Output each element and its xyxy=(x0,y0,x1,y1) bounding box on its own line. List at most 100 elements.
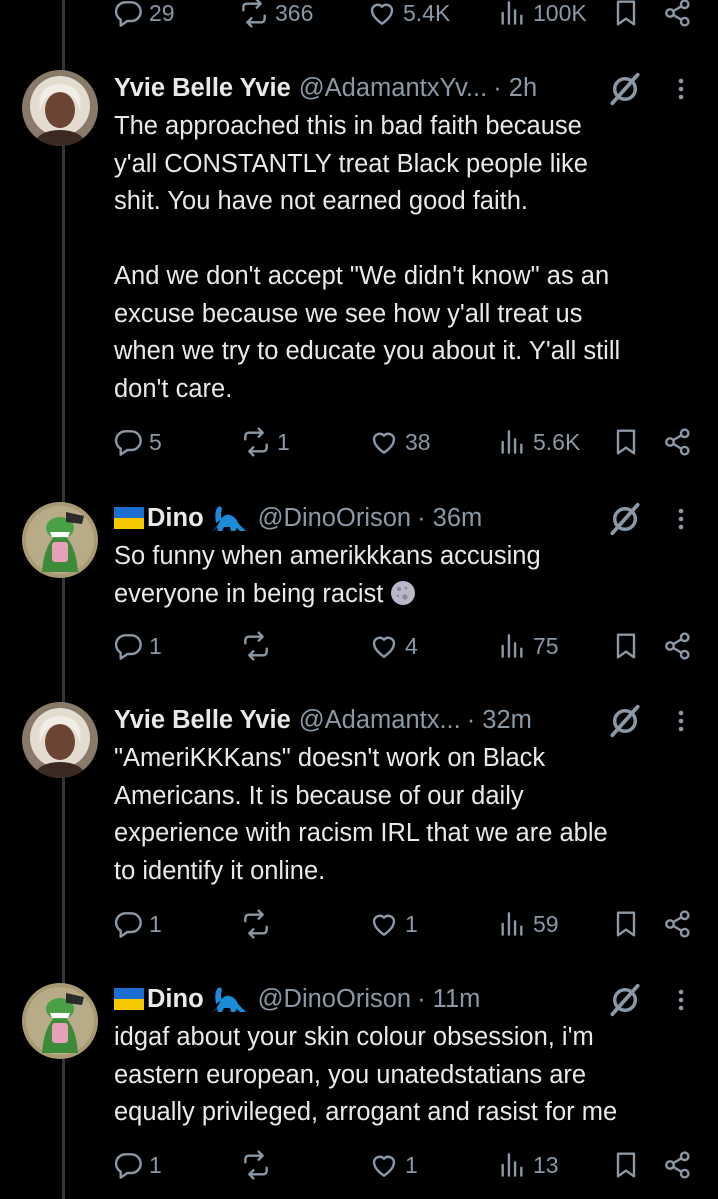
bookmark-button[interactable] xyxy=(610,626,642,666)
ukraine-flag-icon xyxy=(114,507,144,529)
like-button[interactable]: 5.4K xyxy=(366,0,450,33)
reply-button[interactable]: 1 xyxy=(112,1145,162,1185)
timestamp[interactable]: · 11m xyxy=(417,985,480,1014)
top-tweet-actions: 29 366 5.4K 100K xyxy=(0,0,718,33)
share-button[interactable] xyxy=(662,1145,694,1185)
more-icon[interactable] xyxy=(668,74,694,104)
reply-button[interactable]: 1 xyxy=(112,626,162,666)
ukraine-flag-icon xyxy=(114,988,144,1010)
like-icon xyxy=(372,1155,396,1177)
views-count: 13 xyxy=(533,1151,559,1178)
reply-icon xyxy=(114,1153,142,1179)
share-button[interactable] xyxy=(662,904,694,944)
views-icon xyxy=(501,634,523,658)
views-icon xyxy=(501,1153,523,1177)
repost-icon xyxy=(244,1150,268,1180)
like-button[interactable]: 1 xyxy=(368,1145,418,1185)
timestamp[interactable]: · 2h xyxy=(493,74,537,103)
bookmark-icon xyxy=(616,633,636,659)
bookmark-icon xyxy=(616,1152,636,1178)
share-button[interactable] xyxy=(662,422,694,462)
avatar[interactable] xyxy=(22,70,98,146)
grok-icon[interactable] xyxy=(606,500,644,538)
reply-count: 1 xyxy=(149,910,162,937)
repost-button[interactable] xyxy=(240,1145,277,1185)
tweet-actions: 1 4 75 xyxy=(0,626,718,666)
tweet-text-content: So funny when amerikkkans accusing every… xyxy=(114,542,541,608)
reply-button[interactable]: 1 xyxy=(112,904,162,944)
avatar[interactable] xyxy=(22,983,98,1059)
views-count: 75 xyxy=(533,632,559,659)
avatar[interactable] xyxy=(22,502,98,578)
share-button[interactable] xyxy=(662,626,694,666)
repost-button[interactable] xyxy=(240,626,277,666)
reply-button[interactable]: 5 xyxy=(112,422,162,462)
bookmark-icon xyxy=(616,0,636,26)
display-name[interactable]: Yvie Belle Yvie xyxy=(114,706,291,735)
bookmark-button[interactable] xyxy=(610,1145,642,1185)
timestamp[interactable]: · 36m xyxy=(417,504,482,533)
grok-icon[interactable] xyxy=(606,70,644,108)
grok-icon[interactable] xyxy=(606,702,644,740)
tweet-text: idgaf about your skin colour obsession, … xyxy=(114,1023,618,1126)
views-count: 100K xyxy=(533,0,587,26)
timestamp[interactable]: · 32m xyxy=(467,706,532,735)
repost-icon xyxy=(244,427,268,457)
user-handle[interactable]: @Adamantx... xyxy=(299,706,461,735)
like-button[interactable]: 4 xyxy=(368,626,418,666)
repost-button[interactable] xyxy=(240,904,277,944)
reply-icon xyxy=(114,634,142,660)
repost-button[interactable]: 366 xyxy=(238,0,313,33)
bookmark-button[interactable] xyxy=(610,904,642,944)
repost-button[interactable]: 1 xyxy=(240,422,290,462)
user-handle[interactable]: @DinoOrison xyxy=(258,504,411,533)
user-handle[interactable]: @DinoOrison xyxy=(258,985,411,1014)
like-icon xyxy=(370,3,394,25)
more-icon[interactable] xyxy=(668,706,694,736)
share-icon xyxy=(665,910,690,938)
dinosaur-emoji xyxy=(211,987,246,1012)
like-count: 4 xyxy=(405,632,418,659)
share-icon xyxy=(665,428,690,456)
share-button[interactable] xyxy=(662,0,694,33)
like-icon xyxy=(372,914,396,936)
reply-icon xyxy=(114,1,142,27)
tweet-text: The approached this in bad faith because… xyxy=(114,112,621,403)
share-icon xyxy=(665,632,690,660)
views-button[interactable]: 5.6K xyxy=(496,422,580,462)
bookmark-button[interactable] xyxy=(610,422,642,462)
bookmark-icon xyxy=(616,911,636,937)
tweet-actions: 1 1 59 xyxy=(0,904,718,944)
reply-count: 1 xyxy=(149,632,162,659)
dinosaur-emoji xyxy=(211,506,246,531)
reply-count: 29 xyxy=(149,0,175,26)
reply-button[interactable]: 29 xyxy=(112,0,175,33)
like-icon xyxy=(372,432,396,454)
views-button[interactable]: 59 xyxy=(496,904,559,944)
like-button[interactable]: 38 xyxy=(368,422,431,462)
share-icon xyxy=(665,1151,690,1179)
like-count: 1 xyxy=(405,1151,418,1178)
like-button[interactable]: 1 xyxy=(368,904,418,944)
display-name[interactable]: Dino xyxy=(147,985,204,1014)
views-count: 5.6K xyxy=(533,428,581,455)
avatar[interactable] xyxy=(22,702,98,778)
views-button[interactable]: 75 xyxy=(496,626,559,666)
display-name[interactable]: Dino xyxy=(147,504,204,533)
views-icon xyxy=(501,430,523,454)
display-name[interactable]: Yvie Belle Yvie xyxy=(114,74,291,103)
tweet-header: Dino @DinoOrison · 11m xyxy=(114,979,480,1019)
reply-icon xyxy=(114,912,142,938)
repost-icon xyxy=(244,909,268,939)
tweet-header: Yvie Belle Yvie @AdamantxYv... · 2h xyxy=(114,68,537,108)
grok-icon[interactable] xyxy=(606,981,644,1019)
tweet-text: "AmeriKKKans" doesn't work on Black Amer… xyxy=(114,744,608,885)
more-icon[interactable] xyxy=(668,504,694,534)
views-button[interactable]: 100K xyxy=(496,0,587,33)
repost-count: 1 xyxy=(277,428,290,455)
more-icon[interactable] xyxy=(668,985,694,1015)
bookmark-button[interactable] xyxy=(610,0,642,33)
repost-count: 366 xyxy=(275,0,314,26)
user-handle[interactable]: @AdamantxYv... xyxy=(299,74,487,103)
views-button[interactable]: 13 xyxy=(496,1145,559,1185)
